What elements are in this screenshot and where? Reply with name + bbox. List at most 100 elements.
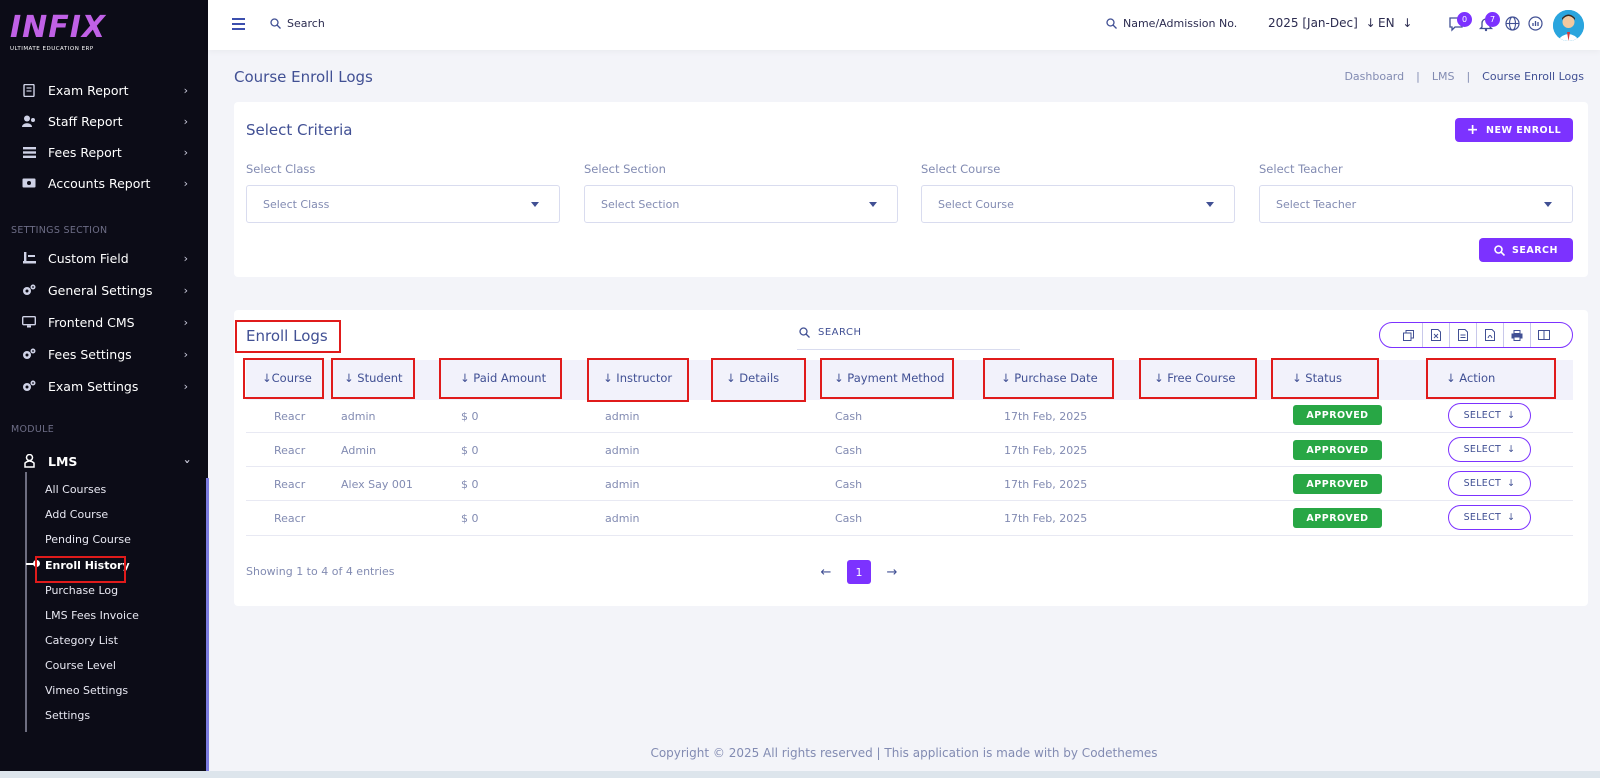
- language-selector[interactable]: EN ↓: [1378, 16, 1412, 30]
- excel-icon[interactable]: [1422, 323, 1449, 347]
- highlight-box: [439, 358, 562, 399]
- select-action-button[interactable]: SELECT ↓: [1448, 437, 1531, 462]
- cell-course: Reacr: [274, 512, 306, 525]
- breadcrumb-dashboard[interactable]: Dashboard: [1344, 70, 1404, 83]
- sidebar-item-custom-field[interactable]: Custom Field ›: [0, 244, 206, 272]
- year-selector[interactable]: 2025 [Jan-Dec] ↓: [1268, 16, 1376, 30]
- course-label: Select Course: [921, 162, 1001, 176]
- chevron-right-icon: ›: [183, 84, 188, 97]
- cell-course: Reacr: [274, 478, 306, 491]
- highlight-box: [587, 358, 689, 402]
- sidebar-item-accounts-report[interactable]: Accounts Report ›: [0, 169, 206, 197]
- status-badge: APPROVED: [1293, 405, 1382, 425]
- class-select[interactable]: Select Class: [246, 185, 560, 223]
- cell-student: admin: [341, 410, 376, 423]
- section-select-value: Select Section: [601, 197, 680, 211]
- top-search[interactable]: Search: [270, 17, 325, 30]
- row-divider: [246, 535, 1573, 536]
- pdf-icon[interactable]: [1476, 323, 1503, 347]
- messages-badge: 0: [1457, 12, 1472, 27]
- showing-entries: Showing 1 to 4 of 4 entries: [246, 565, 395, 578]
- app-logo[interactable]: INFIX ULTIMATE EDUCATION ERP: [10, 12, 110, 56]
- sidebar-subitem-course-level[interactable]: Course Level: [45, 658, 116, 674]
- search-button-label: SEARCH: [1512, 244, 1558, 256]
- page-title: Course Enroll Logs: [234, 68, 373, 86]
- prev-page-icon[interactable]: ←: [819, 565, 833, 580]
- table-search-input[interactable]: SEARCH: [797, 316, 1020, 350]
- caret-down-icon: [531, 202, 539, 207]
- select-action-button[interactable]: SELECT ↓: [1448, 471, 1531, 496]
- globe-icon[interactable]: [1505, 16, 1521, 32]
- sidebar-subitem-purchase-log[interactable]: Purchase Log: [45, 583, 118, 599]
- highlight-box: [820, 358, 954, 399]
- cell-method: Cash: [835, 478, 863, 491]
- sidebar-subitem-vimeo-settings[interactable]: Vimeo Settings: [45, 683, 128, 699]
- admission-search[interactable]: Name/Admission No.: [1106, 17, 1237, 30]
- cell-paid: $ 0: [461, 478, 479, 491]
- sidebar-item-fees-settings[interactable]: Fees Settings ›: [0, 340, 206, 368]
- highlight-box: [1139, 358, 1257, 399]
- money-icon: [22, 176, 36, 190]
- breadcrumb-lms[interactable]: LMS: [1432, 70, 1455, 83]
- select-action-button[interactable]: SELECT ↓: [1448, 403, 1531, 428]
- sidebar-subitem-category-list[interactable]: Category List: [45, 633, 118, 649]
- arrow-down-icon: ↓: [1507, 444, 1516, 455]
- teacher-select[interactable]: Select Teacher: [1259, 185, 1573, 223]
- gears-icon: [22, 283, 36, 297]
- sidebar: INFIX ULTIMATE EDUCATION ERP Exam Report…: [0, 0, 208, 778]
- chevron-right-icon: ›: [183, 146, 188, 159]
- chevron-right-icon: ›: [183, 115, 188, 128]
- sidebar-subitem-add-course[interactable]: Add Course: [45, 507, 108, 523]
- print-icon[interactable]: [1503, 323, 1530, 347]
- search-button[interactable]: SEARCH: [1479, 238, 1573, 262]
- caret-down-icon: [1206, 202, 1214, 207]
- page-number[interactable]: 1: [847, 560, 871, 584]
- sidebar-item-label: Exam Settings: [48, 378, 139, 394]
- list-icon: [22, 145, 36, 159]
- chart-icon[interactable]: [1528, 16, 1544, 32]
- row-divider: [246, 466, 1573, 467]
- highlight-box: [331, 358, 415, 399]
- cell-date: 17th Feb, 2025: [1004, 512, 1088, 525]
- cell-date: 17th Feb, 2025: [1004, 444, 1088, 457]
- menu-toggle-icon[interactable]: [232, 18, 245, 33]
- sidebar-item-lms[interactable]: LMS ›: [0, 447, 206, 475]
- copy-icon[interactable]: [1395, 323, 1422, 347]
- cell-course: Reacr: [274, 444, 306, 457]
- select-action-button[interactable]: SELECT ↓: [1448, 505, 1531, 530]
- sidebar-item-frontend-cms[interactable]: Frontend CMS ›: [0, 308, 206, 336]
- arrow-down-icon: ↓: [1507, 410, 1516, 421]
- csv-icon[interactable]: [1449, 323, 1476, 347]
- sidebar-item-general-settings[interactable]: General Settings ›: [0, 276, 206, 304]
- top-bar: Search Name/Admission No. 2025 [Jan-Dec]…: [208, 0, 1600, 50]
- section-select[interactable]: Select Section: [584, 185, 898, 223]
- admission-search-label: Name/Admission No.: [1123, 17, 1238, 30]
- new-enroll-button[interactable]: + NEW ENROLL: [1455, 118, 1573, 142]
- status-badge: APPROVED: [1293, 474, 1382, 494]
- course-select[interactable]: Select Course: [921, 185, 1235, 223]
- logo-text: INFIX: [10, 10, 107, 45]
- cell-instructor: admin: [605, 444, 640, 457]
- arrow-down-icon: ↓: [1402, 16, 1413, 30]
- sidebar-item-label: Custom Field: [48, 250, 129, 266]
- avatar[interactable]: [1553, 10, 1584, 41]
- breadcrumb-current: Course Enroll Logs: [1482, 70, 1584, 83]
- cell-paid: $ 0: [461, 444, 479, 457]
- sidebar-subitem-all-courses[interactable]: All Courses: [45, 482, 106, 498]
- lms-icon: [22, 454, 36, 468]
- sidebar-subitem-pending-course[interactable]: Pending Course: [45, 532, 131, 548]
- arrow-down-icon: ↓: [1365, 16, 1376, 30]
- caret-down-icon: [1544, 202, 1552, 207]
- sidebar-subitem-lms-fees-invoice[interactable]: LMS Fees Invoice: [45, 608, 139, 624]
- sidebar-item-label: LMS: [48, 453, 78, 469]
- columns-icon[interactable]: [1530, 323, 1557, 347]
- sidebar-item-exam-settings[interactable]: Exam Settings ›: [0, 372, 206, 400]
- sidebar-item-staff-report[interactable]: Staff Report ›: [0, 107, 206, 135]
- next-page-icon[interactable]: →: [885, 565, 899, 580]
- cell-instructor: admin: [605, 478, 640, 491]
- course-select-value: Select Course: [938, 197, 1014, 211]
- sidebar-item-exam-report[interactable]: Exam Report ›: [0, 76, 206, 104]
- sidebar-subitem-settings[interactable]: Settings: [45, 708, 90, 724]
- select-action-label: SELECT: [1463, 410, 1502, 421]
- sidebar-item-fees-report[interactable]: Fees Report ›: [0, 138, 206, 166]
